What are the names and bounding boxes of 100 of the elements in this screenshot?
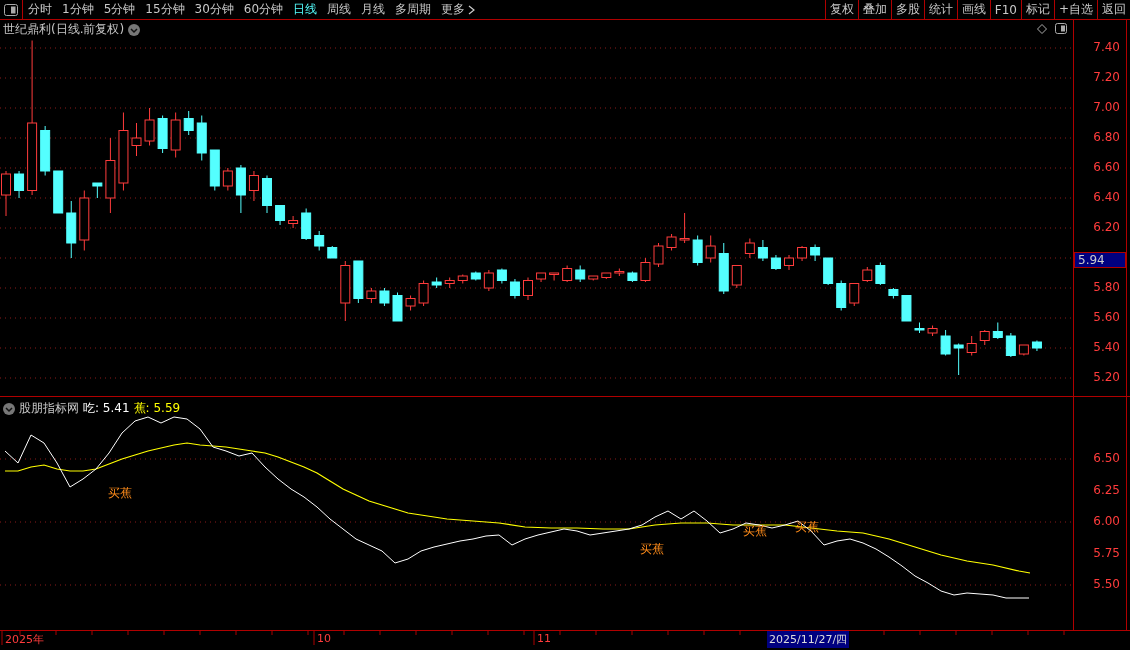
candlestick bbox=[784, 254, 794, 271]
price-label: 6.40 bbox=[1093, 190, 1120, 204]
period-tab[interactable]: 5分钟 bbox=[98, 1, 141, 18]
candlestick bbox=[692, 235, 703, 266]
candlestick bbox=[1005, 332, 1016, 358]
date-label: 11 bbox=[537, 632, 551, 645]
price-label: 5.20 bbox=[1093, 370, 1120, 384]
candlestick bbox=[392, 292, 403, 322]
candlestick bbox=[666, 233, 677, 251]
candlestick bbox=[627, 271, 638, 283]
candlestick bbox=[757, 239, 768, 262]
candlestick bbox=[353, 260, 364, 304]
candlestick bbox=[640, 257, 651, 283]
candlestick bbox=[562, 265, 573, 283]
candlestick bbox=[536, 272, 547, 283]
legend-value: 蕉: 5.59 bbox=[133, 400, 181, 417]
candlestick bbox=[288, 215, 299, 229]
candlestick bbox=[1018, 344, 1029, 356]
toolbar-button[interactable]: 画线 bbox=[956, 0, 990, 19]
candlestick bbox=[523, 277, 533, 301]
toolbar-button[interactable]: 标记 bbox=[1020, 0, 1054, 19]
period-tab[interactable]: 日线 bbox=[288, 1, 323, 18]
signal-label: 买蕉 bbox=[640, 541, 664, 558]
period-tab[interactable]: 更多 bbox=[436, 1, 481, 18]
candlestick bbox=[157, 115, 168, 154]
candlestick bbox=[653, 242, 664, 268]
candlestick bbox=[79, 190, 90, 251]
candlestick bbox=[705, 235, 716, 263]
candlestick bbox=[209, 149, 220, 191]
candlestick bbox=[262, 175, 272, 214]
price-label: 5.80 bbox=[1093, 280, 1120, 294]
candlestick bbox=[444, 277, 455, 289]
toolbar-button[interactable]: 统计 bbox=[923, 0, 957, 19]
candlestick bbox=[379, 287, 390, 307]
period-tab[interactable]: 1分钟 bbox=[57, 1, 99, 18]
toolbar-button[interactable]: +自选 bbox=[1053, 0, 1097, 19]
candlestick bbox=[914, 322, 925, 334]
period-tab[interactable]: 30分钟 bbox=[189, 1, 239, 18]
candlestick bbox=[66, 200, 77, 259]
candlestick bbox=[470, 271, 481, 281]
candlestick bbox=[770, 254, 781, 271]
candlestick bbox=[183, 110, 194, 136]
last-price-tag: 5.94 bbox=[1074, 252, 1126, 268]
candlestick bbox=[588, 275, 599, 281]
toolbar-button[interactable]: 返回 bbox=[1097, 0, 1130, 19]
candlestick bbox=[131, 122, 142, 157]
candlestick bbox=[366, 287, 377, 304]
price-label: 6.80 bbox=[1093, 130, 1120, 144]
candlestick bbox=[979, 329, 990, 346]
period-tab[interactable]: 分时 bbox=[23, 1, 57, 18]
indicator-name: 股朋指标网 bbox=[19, 400, 79, 417]
date-label: 10 bbox=[317, 632, 331, 645]
panel-toggle-icon[interactable] bbox=[4, 3, 18, 16]
candlestick bbox=[483, 269, 494, 292]
toolbar-button[interactable]: 复权 bbox=[824, 0, 858, 19]
candlestick bbox=[901, 295, 912, 322]
period-tab[interactable]: 月线 bbox=[356, 1, 391, 18]
price-label: 6.20 bbox=[1093, 220, 1120, 234]
diamond-icon[interactable] bbox=[1037, 23, 1047, 34]
period-tab[interactable]: 15分钟 bbox=[140, 1, 190, 18]
value-label: 5.50 bbox=[1093, 577, 1120, 591]
toolbar-button[interactable]: F10 bbox=[989, 0, 1021, 19]
candlestick bbox=[927, 325, 938, 337]
candlestick bbox=[405, 295, 416, 311]
value-label: 6.25 bbox=[1093, 482, 1120, 497]
value-label: 6.00 bbox=[1093, 514, 1120, 528]
price-label: 7.20 bbox=[1093, 70, 1120, 84]
candlestick bbox=[849, 283, 860, 307]
period-tab[interactable]: 多周期 bbox=[390, 1, 437, 18]
price-label: 7.40 bbox=[1093, 40, 1120, 54]
toolbar-button[interactable]: 叠加 bbox=[857, 0, 891, 19]
candlestick bbox=[992, 322, 1003, 340]
toolbar-button[interactable]: 多股 bbox=[890, 0, 924, 19]
candlestick bbox=[953, 343, 964, 376]
signal-label: 买蕉 bbox=[108, 485, 132, 502]
candlestick bbox=[614, 268, 625, 277]
candlestick bbox=[457, 274, 468, 284]
candlestick bbox=[327, 245, 338, 259]
candlestick bbox=[92, 182, 103, 199]
date-label: 2025年 bbox=[5, 632, 44, 647]
price-label: 5.60 bbox=[1093, 310, 1120, 324]
period-tab[interactable]: 周线 bbox=[322, 1, 357, 18]
candlestick bbox=[509, 278, 520, 299]
candlestick bbox=[170, 112, 181, 158]
price-label: 7.00 bbox=[1093, 100, 1120, 114]
candlestick bbox=[601, 272, 612, 280]
candlestick bbox=[718, 242, 729, 295]
candlestick bbox=[823, 257, 834, 286]
chevron-right-icon bbox=[468, 4, 476, 15]
candlestick bbox=[810, 244, 821, 262]
chart-title: 世纪鼎利(日线.前复权) bbox=[3, 21, 125, 38]
candlestick bbox=[575, 265, 586, 283]
candlestick bbox=[862, 266, 873, 283]
panel-toggle-icon[interactable] bbox=[1055, 23, 1067, 34]
candlestick bbox=[1031, 340, 1042, 352]
dropdown-icon[interactable] bbox=[3, 402, 15, 415]
candlestick bbox=[418, 280, 429, 307]
period-tab[interactable]: 60分钟 bbox=[238, 1, 289, 18]
candlestick bbox=[731, 265, 742, 289]
dropdown-icon[interactable] bbox=[128, 23, 141, 36]
